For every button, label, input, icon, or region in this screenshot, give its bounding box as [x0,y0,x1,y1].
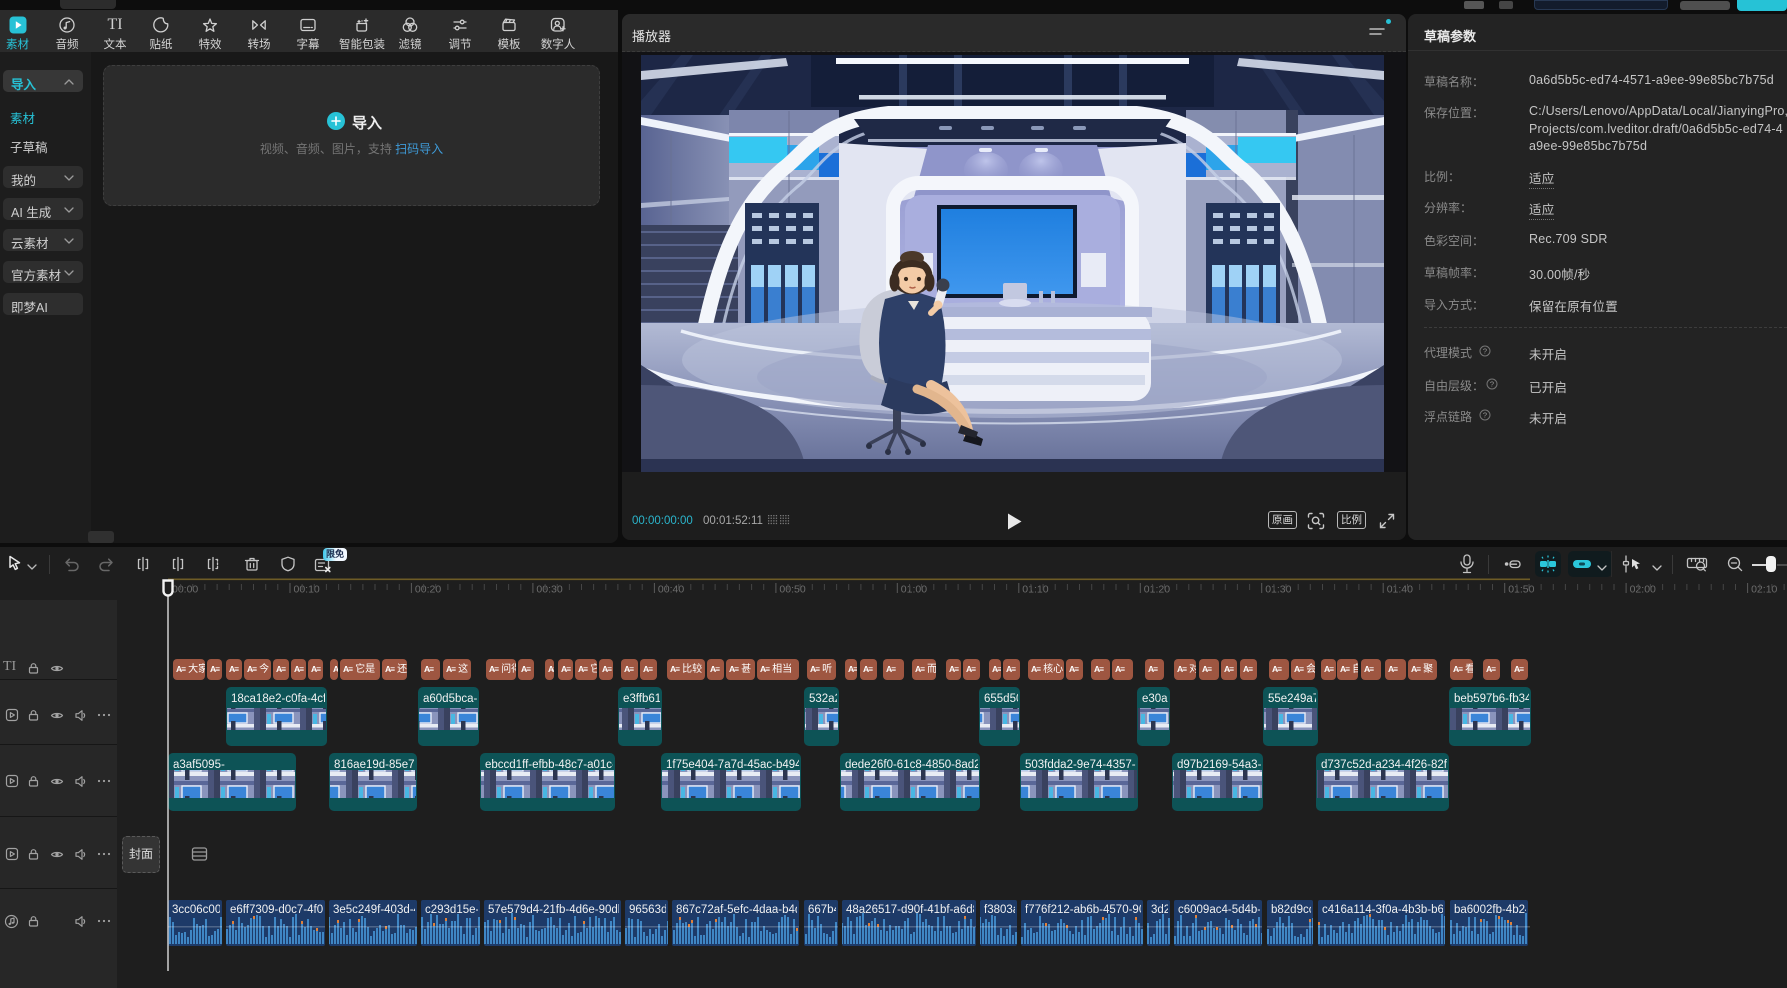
svg-text:18ca18e2-c0fa-4cf6: 18ca18e2-c0fa-4cf6 [231,693,333,705]
svg-text:1f75e404-7a7d-45ac-b494-: 1f75e404-7a7d-45ac-b494- [666,759,806,771]
svg-text:ba6002fb-4b24-: ba6002fb-4b24- [1454,904,1530,916]
svg-text:532a2: 532a2 [809,693,841,705]
svg-text:ebccd1ff-efbb-48c7-a01c-e: ebccd1ff-efbb-48c7-a01c-e [485,759,622,771]
svg-text:d97b2169-54a3-4: d97b2169-54a3-4 [1177,759,1268,771]
svg-text:01:20: 01:20 [1144,584,1170,596]
svg-text:c416a114-3f0a-4b3b-b678: c416a114-3f0a-4b3b-b678 [1322,904,1457,916]
svg-text:00:50: 00:50 [779,584,805,596]
svg-text:57e579d4-21fb-4d6e-90db-: 57e579d4-21fb-4d6e-90db- [488,904,628,916]
svg-text:02:10: 02:10 [1751,584,1777,596]
svg-text:dede26f0-61c8-4850-8ad2-: dede26f0-61c8-4850-8ad2- [845,759,985,771]
svg-text:c293d15e-0: c293d15e-0 [425,904,486,916]
svg-text:00:40: 00:40 [658,584,684,596]
svg-text:02:00: 02:00 [1630,584,1656,596]
svg-text:01:30: 01:30 [1265,584,1291,596]
svg-text:f776f212-ab6b-4570-90-: f776f212-ab6b-4570-90- [1025,904,1149,916]
svg-text:beb597b6-fb34-: beb597b6-fb34- [1454,693,1533,705]
svg-text:00:00: 00:00 [172,584,198,596]
svg-text:55e249a7: 55e249a7 [1268,693,1319,705]
svg-text:00:10: 00:10 [294,584,320,596]
svg-text:?: ? [1483,411,1487,420]
svg-text:e6ff7309-d0c7-4f0a-: e6ff7309-d0c7-4f0a- [230,904,334,916]
svg-text:01:50: 01:50 [1508,584,1534,596]
svg-text:503fdda2-9e74-4357-9: 503fdda2-9e74-4357-9 [1025,759,1142,771]
svg-text:00:20: 00:20 [415,584,441,596]
svg-text:d737c52d-a234-4f26-82f9: d737c52d-a234-4f26-82f9 [1321,759,1453,771]
svg-text:48a26517-d90f-41bf-a6d8-8: 48a26517-d90f-41bf-a6d8-8 [846,904,989,916]
svg-text:867c72af-5efc-4daa-b4d9-6: 867c72af-5efc-4daa-b4d9-6 [676,904,818,916]
svg-text:01:10: 01:10 [1022,584,1048,596]
svg-text:?: ? [1483,347,1487,356]
svg-text:?: ? [1490,380,1494,389]
svg-text:a60d5bca-c: a60d5bca-c [423,693,483,705]
svg-text:00:30: 00:30 [536,584,562,596]
svg-text:01:40: 01:40 [1387,584,1413,596]
svg-text:816ae19d-85e7-4: 816ae19d-85e7-4 [334,759,425,771]
svg-text:3e5c249f-403d-45: 3e5c249f-403d-45 [333,904,426,916]
svg-text:01:00: 01:00 [901,584,927,596]
svg-text:e30a: e30a [1142,693,1168,705]
svg-text:c6009ac4-5d4b-4b: c6009ac4-5d4b-4b [1178,904,1274,916]
svg-text:655d50: 655d50 [984,693,1022,705]
svg-text:a3af5095-: a3af5095- [173,759,225,771]
